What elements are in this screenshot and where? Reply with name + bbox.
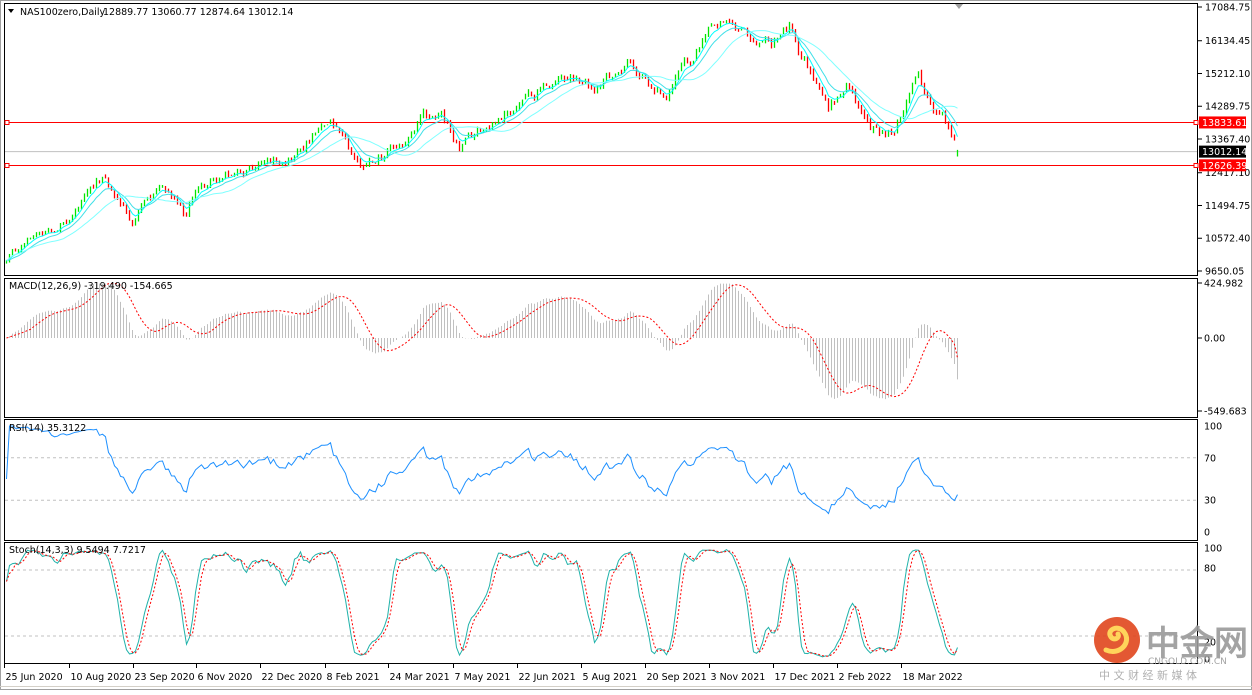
macd-axis-label: 424.982 [1204, 279, 1243, 290]
date-axis-label: 5 Aug 2021 [583, 672, 638, 683]
date-axis-label: 3 Nov 2021 [711, 672, 766, 683]
stoch-label: Stoch(14,3,3) 9.5494 7.7217 [9, 545, 146, 556]
date-axis-label: 10 Aug 2020 [71, 672, 132, 683]
date-axis-label: 6 Nov 2020 [198, 672, 253, 683]
rsi-axis-label: 0 [1204, 528, 1210, 539]
rsi-label: RSI(14) 35.3122 [9, 423, 86, 434]
price-axis-label: 10572.40 [1205, 234, 1250, 245]
date-axis-label: 2 Feb 2022 [839, 672, 892, 683]
level-handle-left[interactable] [4, 163, 10, 168]
rsi-axis-label: 30 [1204, 496, 1216, 507]
date-axis-label: 17 Dec 2021 [775, 672, 836, 683]
chart-window[interactable]: 17084.75 16134.45 15212.10 14289.75 13367.40… [0, 0, 1252, 690]
stoch-axis-label: 80 [1204, 564, 1216, 575]
date-axis-label: 18 Mar 2022 [903, 672, 963, 683]
price-axis-label: 16134.45 [1205, 36, 1250, 47]
date-axis-label: 22 Dec 2020 [262, 672, 323, 683]
date-axis-label: 8 Feb 2021 [327, 672, 380, 683]
date-axis-label: 25 Jun 2020 [6, 672, 63, 683]
level-handle-right[interactable] [1193, 120, 1199, 125]
price-axis-label: 14289.75 [1205, 102, 1250, 113]
symbol-label: NAS100zero,Daily [20, 7, 106, 18]
level-price-label: 12626.39 [1202, 161, 1247, 172]
ohlc-values: 12889.77 13060.77 12874.64 13012.14 [103, 7, 293, 18]
level-handle-right[interactable] [1193, 163, 1199, 168]
bid-price-label: 13012.14 [1202, 147, 1247, 158]
level-handle-left[interactable] [4, 120, 10, 125]
price-axis-label: 13367.40 [1205, 135, 1250, 146]
watermark-tagline: 中 文 财 经 新 媒 体 [1099, 668, 1197, 682]
chart-background [0, 0, 1252, 690]
price-axis-label: 17084.75 [1205, 3, 1250, 14]
rsi-axis-label: 70 [1204, 453, 1216, 464]
price-axis-label: 9650.05 [1205, 267, 1244, 278]
date-axis-label: 7 May 2021 [455, 672, 511, 683]
level-price-label: 13833.61 [1202, 118, 1247, 129]
macd-label: MACD(12,26,9) -319.490 -154.665 [9, 281, 173, 292]
date-axis-label: 23 Sep 2020 [135, 672, 195, 683]
price-axis-label: 11494.75 [1205, 201, 1250, 212]
date-axis-label: 20 Sep 2021 [647, 672, 707, 683]
watermark-domain: CNGOLD.COM.CN [1148, 657, 1227, 667]
date-axis-label: 22 Jun 2021 [519, 672, 576, 683]
stoch-axis-label: 100 [1204, 544, 1222, 555]
date-axis-label: 24 Mar 2021 [390, 672, 450, 683]
macd-axis-label: 0.00 [1204, 334, 1225, 345]
macd-axis-label: -549.683 [1204, 407, 1247, 418]
price-axis-label: 15212.10 [1205, 69, 1250, 80]
rsi-axis-label: 100 [1204, 422, 1222, 433]
